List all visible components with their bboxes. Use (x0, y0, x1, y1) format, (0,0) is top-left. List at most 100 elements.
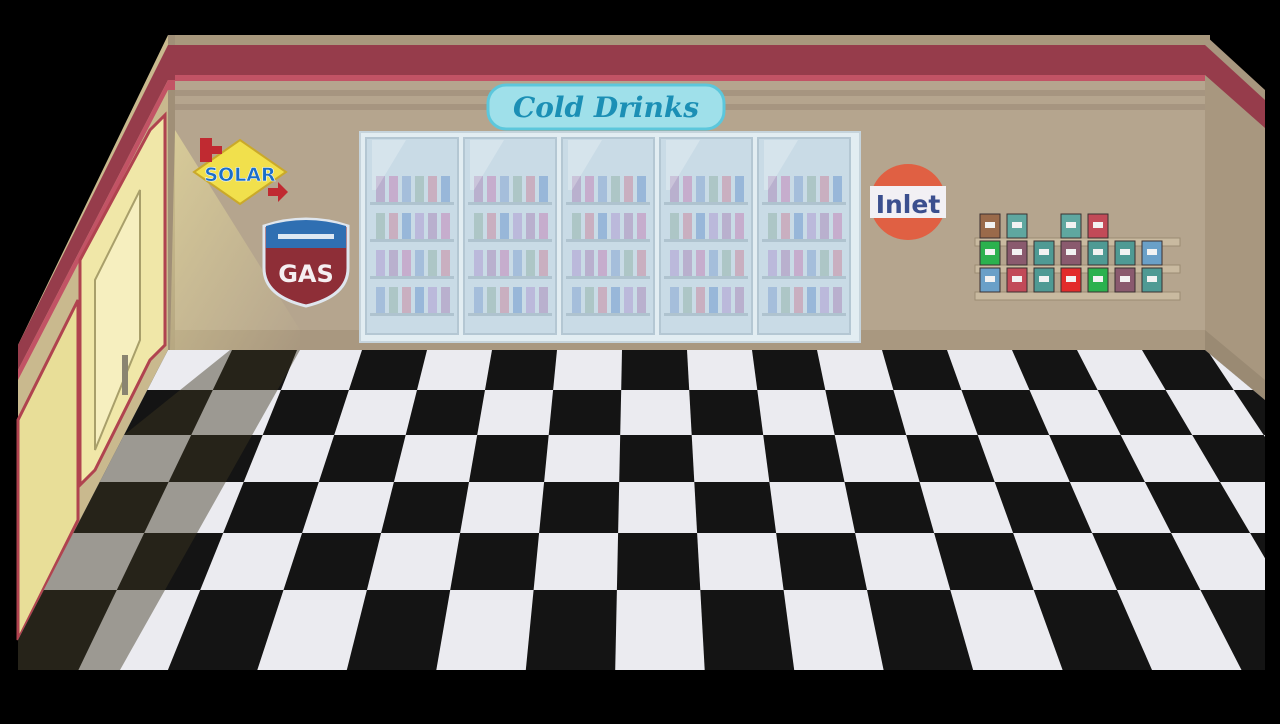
drink-bottle-icon (376, 287, 385, 313)
fridge-shelf (664, 276, 748, 279)
drink-bottle-icon (807, 176, 816, 202)
fridge-shelf (468, 276, 552, 279)
drink-bottle-icon (833, 287, 842, 313)
drink-bottle-icon (781, 213, 790, 239)
drink-bottle-icon (513, 176, 522, 202)
pack-label-mark (1012, 249, 1022, 255)
pack-label-mark (985, 276, 995, 282)
drink-bottle-icon (487, 213, 496, 239)
drink-bottle-icon (513, 287, 522, 313)
drink-fridge[interactable] (359, 131, 861, 343)
floor-tile (1272, 350, 1280, 390)
drink-bottle-icon (441, 176, 450, 202)
drink-bottle-icon (670, 250, 679, 276)
drink-bottle-icon (598, 287, 607, 313)
fridge-shelf (566, 202, 650, 205)
drink-bottle-icon (389, 250, 398, 276)
drink-bottle-icon (572, 213, 581, 239)
drink-bottle-icon (585, 250, 594, 276)
fridge-shelf (468, 239, 552, 242)
pack-label-mark (1147, 276, 1157, 282)
drink-bottle-icon (513, 213, 522, 239)
drink-bottle-icon (768, 287, 777, 313)
drink-bottle-icon (474, 250, 483, 276)
drink-bottle-icon (637, 176, 646, 202)
drink-bottle-icon (441, 287, 450, 313)
drink-bottle-icon (539, 250, 548, 276)
drink-bottle-icon (611, 176, 620, 202)
fridge-shelf (566, 276, 650, 279)
drink-bottle-icon (441, 213, 450, 239)
drink-bottle-icon (833, 213, 842, 239)
drink-bottle-icon (768, 213, 777, 239)
floor-tile (763, 435, 845, 482)
floor-tile (469, 435, 549, 482)
drink-bottle-icon (722, 176, 731, 202)
drink-bottle-icon (735, 287, 744, 313)
drink-bottle-icon (539, 176, 548, 202)
drink-bottle-icon (611, 213, 620, 239)
floor-tile (776, 533, 867, 590)
drink-bottle-icon (820, 250, 829, 276)
drink-bottle-icon (624, 176, 633, 202)
fridge-shelf (762, 313, 846, 316)
drink-bottle-icon (428, 250, 437, 276)
drink-bottle-icon (598, 213, 607, 239)
pack-label-mark (985, 249, 995, 255)
drink-bottle-icon (500, 176, 509, 202)
drink-bottle-icon (474, 287, 483, 313)
floor-tile (381, 482, 469, 533)
floor-tile (621, 350, 690, 390)
drink-bottle-icon (781, 250, 790, 276)
drink-bottle-icon (376, 213, 385, 239)
cold-drinks-sign: Cold Drinks (486, 83, 726, 131)
cold-drinks-label: Cold Drinks (513, 91, 699, 124)
drink-bottle-icon (487, 176, 496, 202)
drink-bottle-icon (637, 213, 646, 239)
drink-bottle-icon (709, 176, 718, 202)
drink-bottle-icon (670, 287, 679, 313)
fridge-shelf (370, 202, 454, 205)
drink-bottle-icon (611, 287, 620, 313)
fridge-shelf (762, 276, 846, 279)
drink-bottle-icon (696, 213, 705, 239)
pack-label-mark (985, 222, 995, 228)
drink-bottle-icon (624, 213, 633, 239)
pack-label-mark (1093, 222, 1103, 228)
drink-bottle-icon (487, 287, 496, 313)
floor-tile (689, 390, 764, 435)
drink-bottle-icon (833, 250, 842, 276)
drink-bottle-icon (500, 213, 509, 239)
drink-bottle-icon (441, 250, 450, 276)
drink-bottle-icon (637, 250, 646, 276)
drink-bottle-icon (389, 287, 398, 313)
floor-tile (616, 533, 701, 590)
pack-label-mark (1012, 222, 1022, 228)
floor-tile (18, 482, 19, 533)
floor-tile (825, 390, 907, 435)
fridge-shelf (370, 313, 454, 316)
drink-bottle-icon (683, 287, 692, 313)
gas-label: GAS (278, 260, 334, 288)
drink-bottle-icon (722, 250, 731, 276)
drink-bottle-icon (709, 250, 718, 276)
drink-bottle-icon (735, 213, 744, 239)
drink-bottle-icon (794, 176, 803, 202)
door-handle[interactable] (122, 355, 128, 395)
drink-bottle-icon (735, 250, 744, 276)
drink-bottle-icon (722, 287, 731, 313)
solar-label: SOLAR (204, 164, 276, 186)
right-wall (1205, 35, 1265, 400)
fridge-shelf (566, 313, 650, 316)
drink-bottle-icon (474, 213, 483, 239)
gas-shield-icon: GAS (262, 217, 350, 308)
drink-bottle-icon (624, 287, 633, 313)
drink-bottle-icon (513, 250, 522, 276)
pack-label-mark (1066, 249, 1076, 255)
drink-bottle-icon (820, 213, 829, 239)
drink-bottle-icon (585, 287, 594, 313)
drink-bottle-icon (500, 250, 509, 276)
drink-bottle-icon (709, 287, 718, 313)
drink-bottle-icon (415, 287, 424, 313)
fridge-shelf (664, 202, 748, 205)
